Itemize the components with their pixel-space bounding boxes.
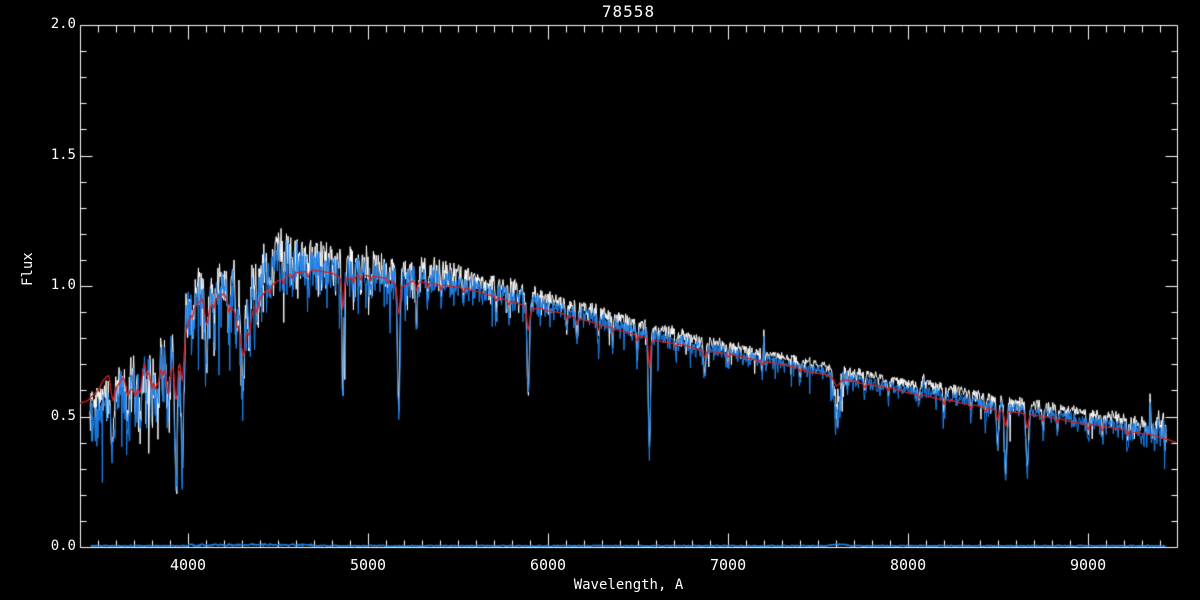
x-tick-label: 5000: [338, 556, 398, 574]
x-tick-label: 9000: [1058, 556, 1118, 574]
spectrum-plot-canvas: [0, 0, 1200, 600]
x-axis-label: Wavelength, A: [80, 577, 1177, 593]
x-tick-label: 6000: [518, 556, 578, 574]
x-tick-label: 7000: [698, 556, 758, 574]
plot-window: 78558 Flux Wavelength, A 4000 5000 6000 700…: [0, 0, 1200, 600]
y-tick-label: 0.5: [36, 408, 76, 424]
y-tick-label: 1.5: [36, 147, 76, 163]
y-axis-label: Flux: [20, 252, 36, 286]
y-tick-label: 1.0: [36, 277, 76, 293]
x-tick-label: 4000: [158, 556, 218, 574]
chart-title: 78558: [80, 2, 1177, 21]
y-tick-label: 2.0: [36, 16, 76, 32]
y-tick-label: 0.0: [36, 538, 76, 554]
x-tick-label: 8000: [878, 556, 938, 574]
